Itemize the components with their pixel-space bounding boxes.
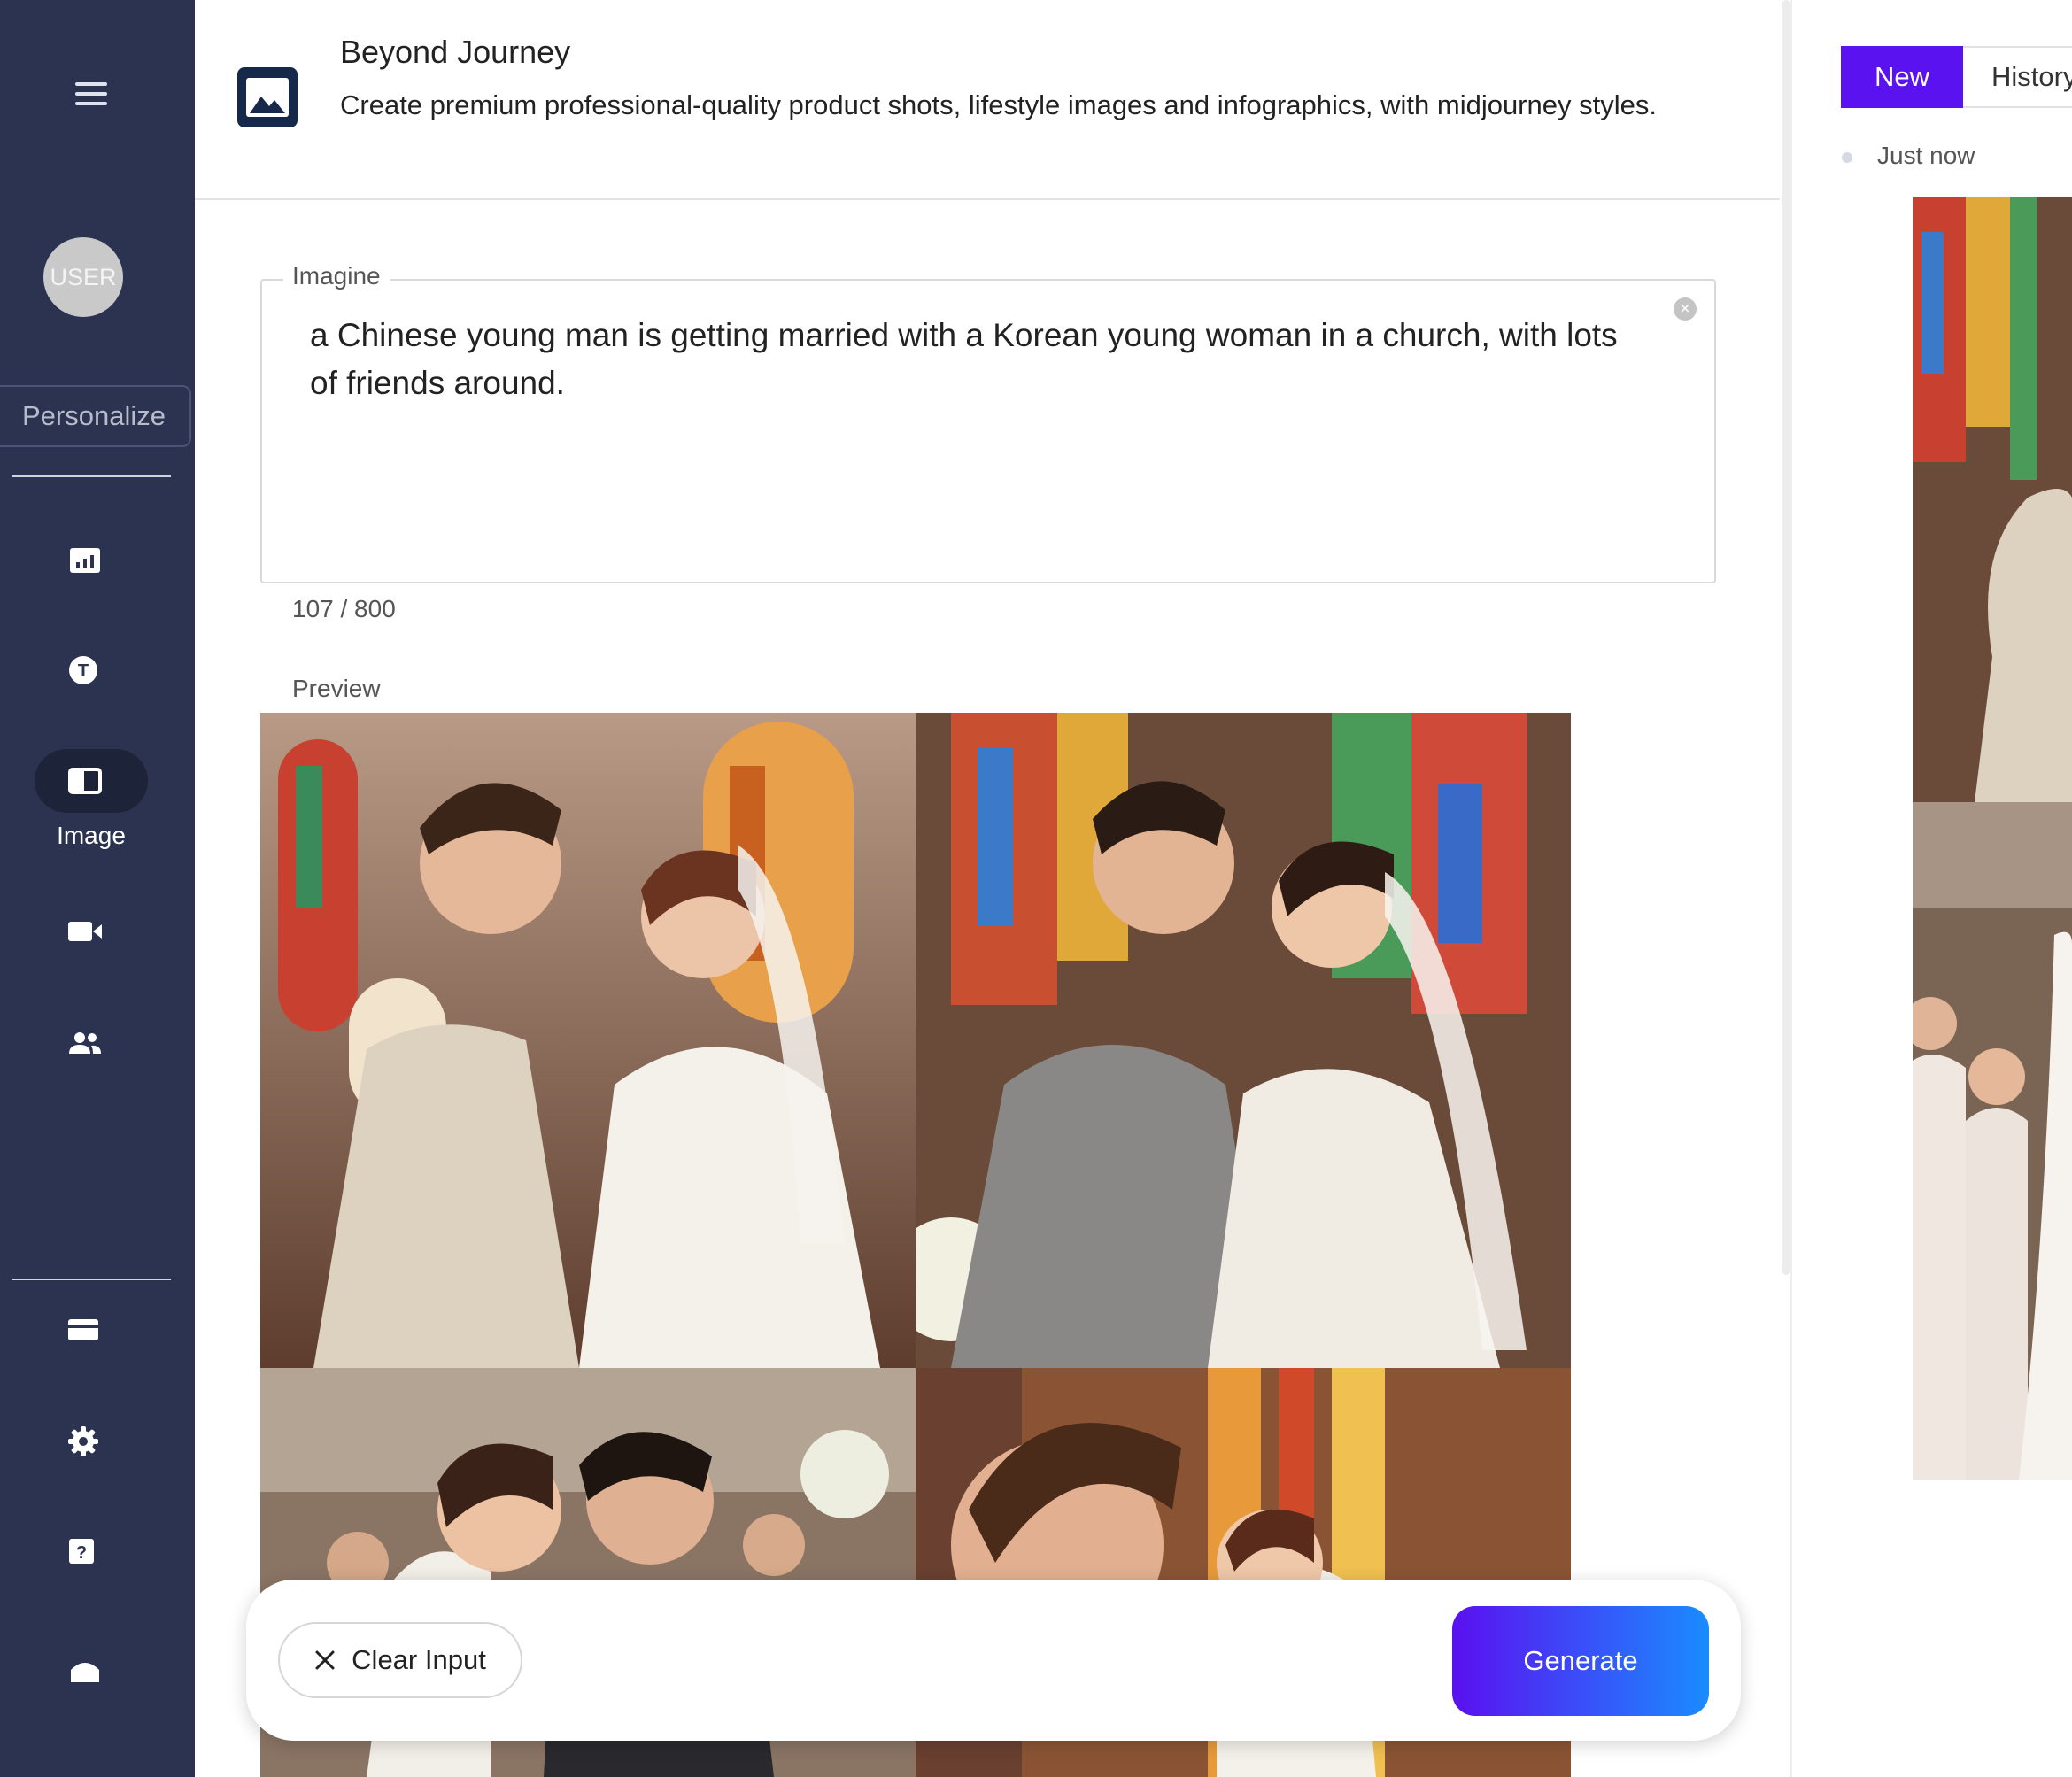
image-icon xyxy=(68,768,102,794)
page-title: Beyond Journey xyxy=(340,34,571,70)
generate-button[interactable]: Generate xyxy=(1452,1606,1709,1716)
preview-label: Preview xyxy=(292,675,381,702)
sidebar-item-chart[interactable] xyxy=(58,534,112,587)
action-bar: Clear Input Generate xyxy=(246,1580,1741,1741)
text-icon: T xyxy=(69,656,97,684)
timeline-dot xyxy=(1842,152,1852,163)
sidebar-item-home[interactable] xyxy=(58,1643,112,1696)
app-logo xyxy=(237,67,298,127)
clear-input-label: Clear Input xyxy=(352,1644,486,1675)
main-scrollbar[interactable] xyxy=(1782,0,1790,1275)
preview-image-2[interactable] xyxy=(916,713,1571,1368)
tab-new[interactable]: New xyxy=(1841,46,1963,108)
clear-input-button[interactable]: Clear Input xyxy=(278,1622,522,1698)
prompt-text[interactable]: a Chinese young man is getting married w… xyxy=(310,312,1638,407)
close-icon xyxy=(315,1650,335,1670)
tab-history[interactable]: History xyxy=(1963,46,2072,108)
clear-field-icon[interactable]: × xyxy=(1674,297,1697,321)
gear-icon xyxy=(68,1426,98,1456)
sidebar-item-video[interactable] xyxy=(58,905,112,958)
menu-icon[interactable] xyxy=(75,82,107,105)
page-description: Create premium professional-quality prod… xyxy=(340,89,1657,120)
history-entry-time: Just now xyxy=(1877,142,1975,169)
char-counter: 107 / 800 xyxy=(292,595,396,622)
history-thumbnail-2[interactable] xyxy=(1913,802,2072,1480)
preview-image-1[interactable] xyxy=(260,713,916,1368)
personalize-button[interactable]: Personalize xyxy=(0,385,191,447)
credit-card-icon xyxy=(68,1319,98,1340)
sidebar-item-image-label: Image xyxy=(57,822,126,849)
help-icon: ? xyxy=(69,1539,94,1564)
avatar[interactable]: USER xyxy=(43,237,123,317)
sidebar: USER Personalize T Image ? xyxy=(0,0,195,1777)
sidebar-divider-bottom xyxy=(12,1279,171,1280)
sidebar-item-people[interactable] xyxy=(58,1016,112,1070)
sidebar-item-text[interactable]: T xyxy=(57,644,110,697)
sidebar-item-billing[interactable] xyxy=(57,1303,110,1356)
sidebar-item-help[interactable]: ? xyxy=(55,1525,108,1578)
svg-text:T: T xyxy=(78,661,89,681)
page-header: Beyond Journey Create premium profession… xyxy=(195,0,1780,200)
video-icon xyxy=(68,922,102,941)
panel-divider xyxy=(1790,0,1792,1777)
people-icon xyxy=(69,1032,101,1054)
landscape-icon xyxy=(246,78,289,117)
prompt-label: Imagine xyxy=(283,262,390,290)
sidebar-divider xyxy=(12,475,171,477)
image-icon-wrap xyxy=(58,754,112,807)
history-thumbnail-1[interactable] xyxy=(1913,197,2072,802)
home-icon xyxy=(71,1663,99,1682)
chart-icon xyxy=(70,548,100,573)
svg-text:?: ? xyxy=(76,1543,87,1563)
sidebar-item-settings[interactable] xyxy=(57,1415,110,1468)
